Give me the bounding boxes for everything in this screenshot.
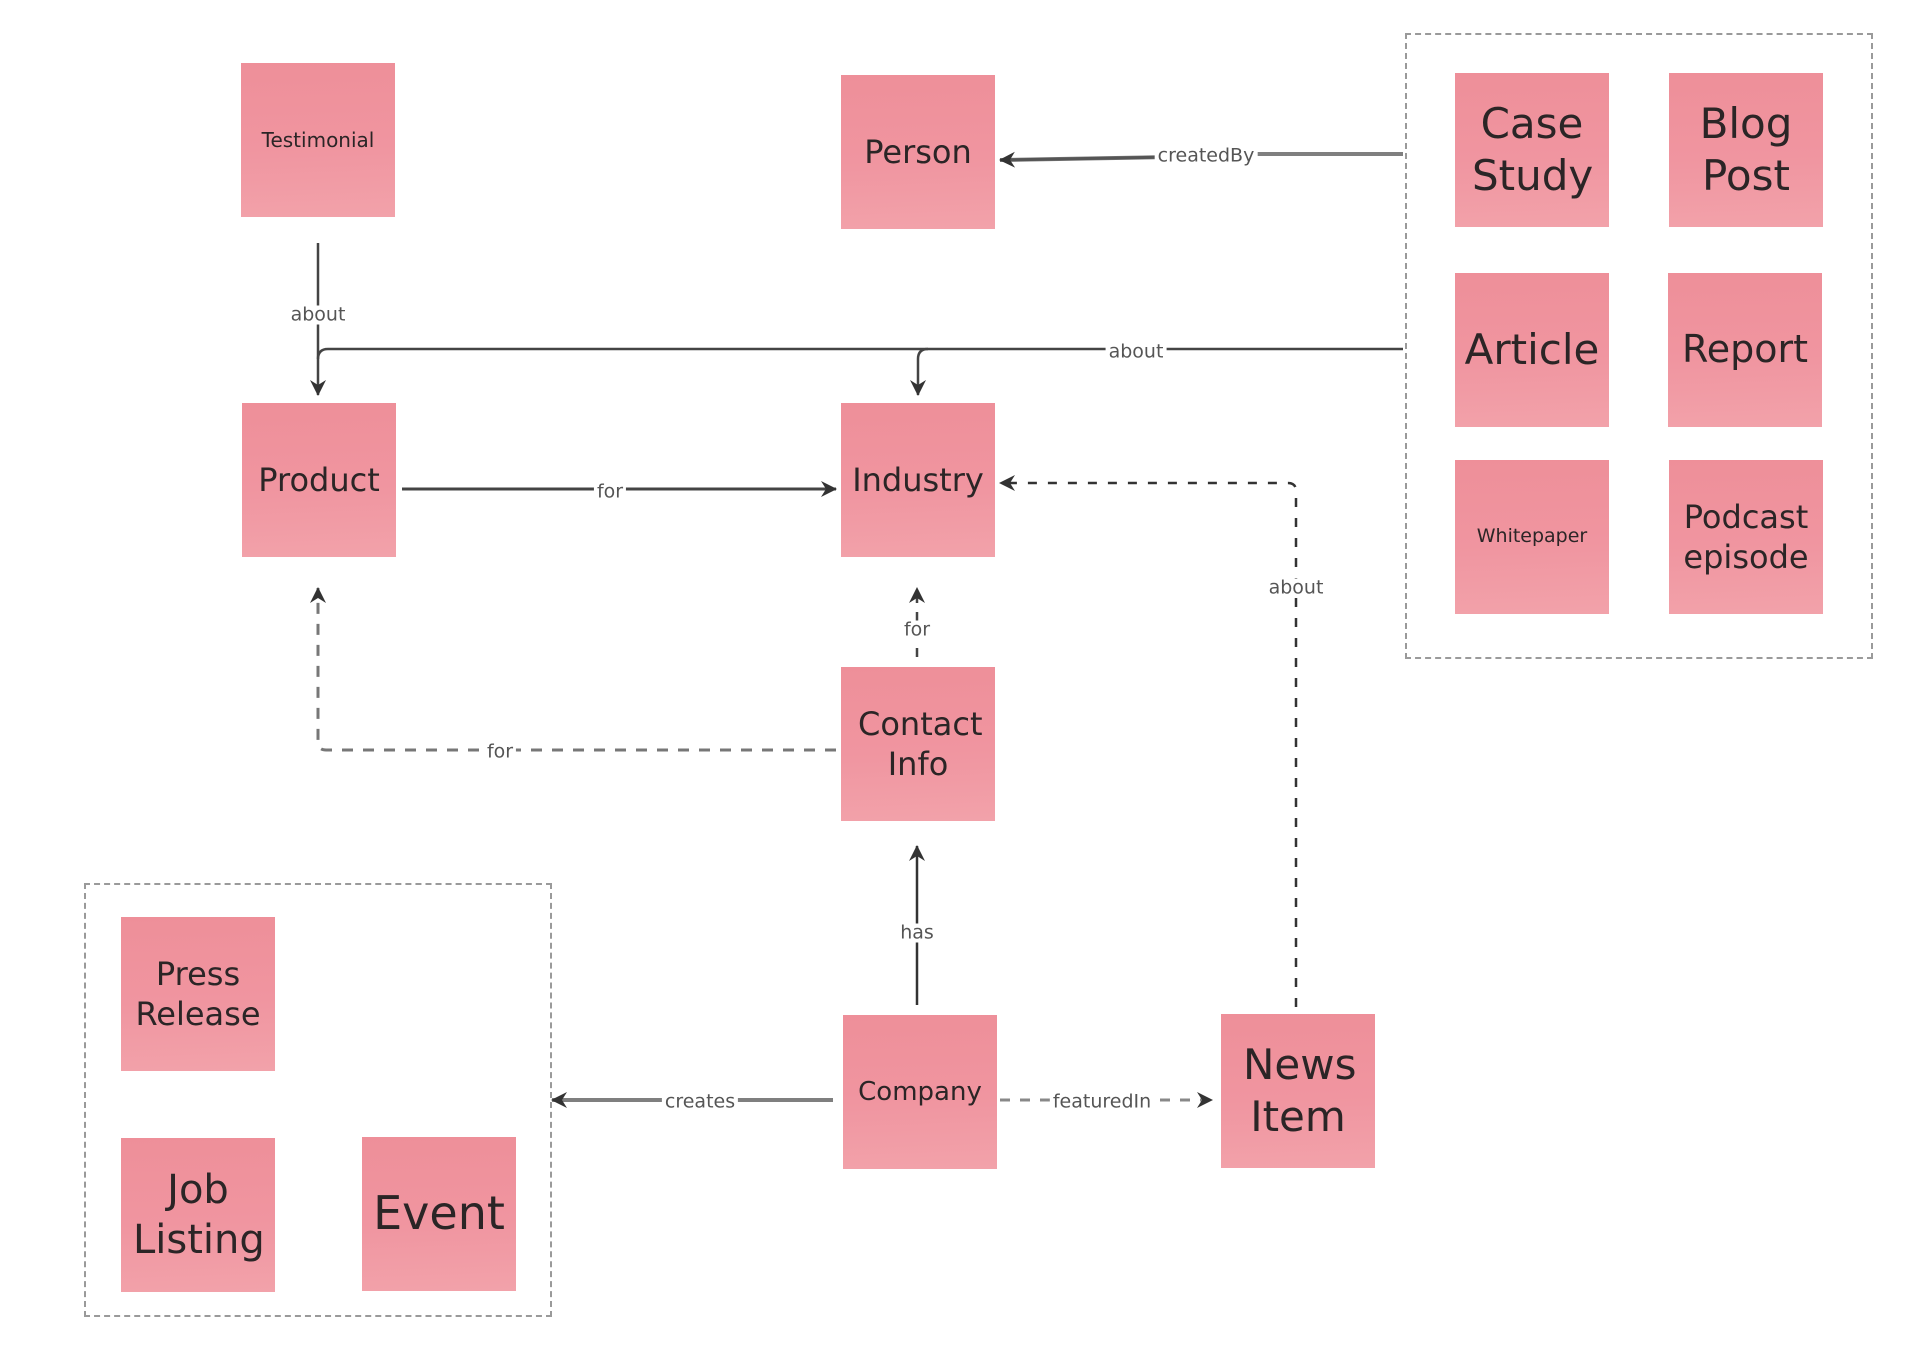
node-label: Contact Info [858, 705, 983, 783]
edge-content-about-industry[interactable] [910, 347, 929, 396]
edge-label-about: about [1265, 578, 1327, 598]
edge-label-for: for [900, 620, 934, 640]
node-label: Case Study [1472, 98, 1594, 201]
node-label: Product [258, 461, 380, 499]
node-label: Job Listing [133, 1167, 265, 1263]
node-event[interactable]: Event [362, 1137, 516, 1299]
node-contact-info[interactable]: Contact Info [841, 667, 995, 829]
node-label: Press Release [135, 955, 261, 1033]
node-label: Article [1464, 324, 1600, 374]
node-label: Event [373, 1186, 505, 1241]
edge-label-about: about [1105, 342, 1167, 362]
node-job-listing[interactable]: Job Listing [121, 1138, 275, 1300]
diagram-canvas: about createdBy about for for for about … [0, 0, 1920, 1354]
node-company[interactable]: Company [843, 1015, 997, 1177]
node-whitepaper[interactable]: Whitepaper [1455, 460, 1609, 622]
node-case-study[interactable]: Case Study [1455, 73, 1609, 235]
edge-content-about-bus[interactable] [316, 347, 1403, 360]
node-label: News Item [1243, 1039, 1357, 1142]
edge-label-has: has [897, 923, 937, 943]
node-label: Whitepaper [1476, 525, 1588, 548]
node-label: Person [864, 133, 972, 171]
node-person[interactable]: Person [841, 75, 995, 237]
node-article[interactable]: Article [1455, 273, 1609, 435]
edge-label-for: for [483, 742, 517, 762]
node-label: Report [1682, 327, 1808, 372]
node-label: Testimonial [261, 127, 375, 152]
node-testimonial[interactable]: Testimonial [241, 63, 395, 225]
node-podcast-episode[interactable]: Podcast episode [1669, 460, 1823, 622]
node-product[interactable]: Product [242, 403, 396, 565]
node-label: Podcast episode [1683, 498, 1809, 576]
node-label: Company [858, 1076, 982, 1107]
node-report[interactable]: Report [1668, 273, 1822, 435]
edge-contact-for-product[interactable] [310, 587, 836, 752]
edge-news-about-industry[interactable] [999, 475, 1298, 1007]
node-blog-post[interactable]: Blog Post [1669, 73, 1823, 235]
edge-label-featuredIn: featuredIn [1049, 1092, 1155, 1112]
node-label: Industry [852, 461, 984, 499]
node-news-item[interactable]: News Item [1221, 1014, 1375, 1176]
edge-label-for: for [593, 482, 627, 502]
node-press-release[interactable]: Press Release [121, 917, 275, 1079]
edge-createdBy-arrowhead [999, 151, 1171, 168]
edge-label-about: about [287, 305, 349, 325]
edge-label-creates: creates [661, 1092, 739, 1112]
node-industry[interactable]: Industry [841, 403, 995, 565]
node-label: Blog Post [1699, 98, 1793, 201]
edge-label-createdBy: createdBy [1154, 146, 1258, 166]
